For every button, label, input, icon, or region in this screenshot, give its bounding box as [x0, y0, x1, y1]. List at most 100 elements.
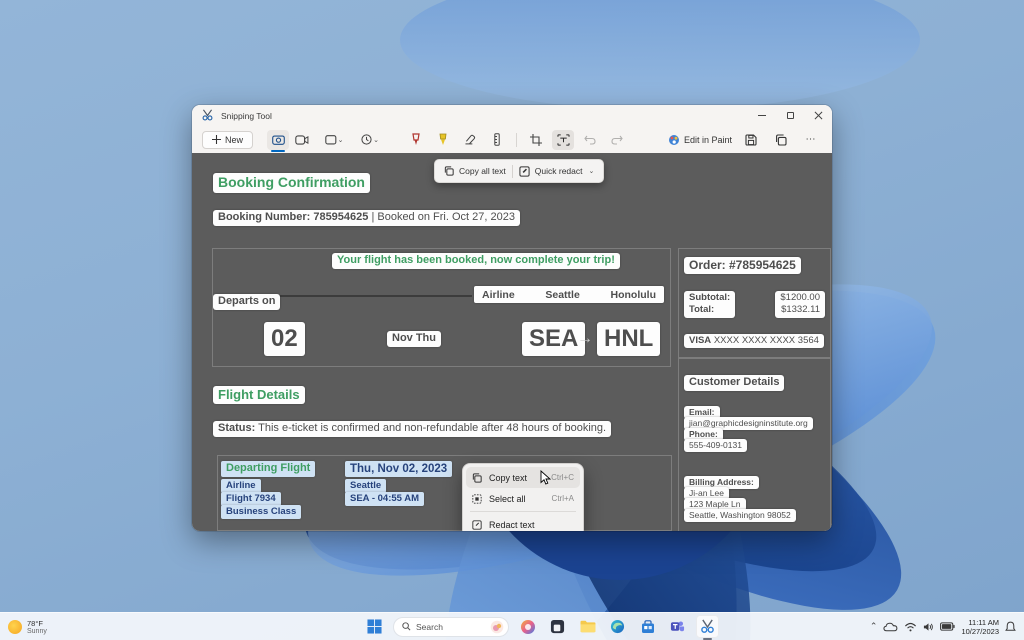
file-explorer-button[interactable]: [576, 615, 599, 638]
booking-number-line[interactable]: Booking Number: 785954625 | Booked on Fr…: [213, 210, 520, 226]
departing-date[interactable]: Thu, Nov 02, 2023: [345, 461, 452, 477]
menu-item-copy-text[interactable]: Copy text Ctrl+C: [466, 467, 580, 488]
eraser-tool-button[interactable]: [459, 130, 481, 150]
more-options-button[interactable]: ⋯: [800, 130, 822, 150]
ballpoint-pen-tool-button[interactable]: [405, 130, 427, 150]
departs-on-label[interactable]: Departs on: [213, 294, 280, 310]
snipping-tool-window: Snipping Tool New: [192, 105, 832, 531]
folder-icon: [580, 620, 596, 633]
start-button[interactable]: [363, 615, 386, 638]
select-all-icon: [472, 494, 482, 504]
route-origin-city: Seattle: [545, 289, 579, 301]
edge-browser-button[interactable]: [606, 615, 629, 638]
notification-bell-icon[interactable]: [1005, 621, 1016, 633]
snip-shape-dropdown[interactable]: ⌄: [319, 130, 349, 150]
departing-flight-number[interactable]: Flight 7934: [221, 492, 281, 506]
eraser-icon: [464, 134, 477, 145]
copilot-button[interactable]: [516, 615, 539, 638]
tray-chevron-up-icon[interactable]: ⌃: [870, 621, 878, 632]
minimize-button[interactable]: [748, 105, 776, 126]
crop-tool-button[interactable]: [525, 130, 547, 150]
search-box[interactable]: Search: [393, 617, 509, 637]
task-view-button[interactable]: [546, 615, 569, 638]
onedrive-cloud-icon[interactable]: [883, 622, 898, 632]
taskbar-clock[interactable]: 11:11 AM 10/27/2023: [961, 618, 999, 636]
doc-heading[interactable]: Booking Confirmation: [213, 173, 370, 193]
edit-in-paint-button[interactable]: Edit in Paint: [668, 134, 732, 146]
maximize-button[interactable]: [776, 105, 804, 126]
chevron-down-icon: ⌄: [373, 136, 379, 144]
plus-icon: [212, 135, 221, 144]
highlighter-tool-button[interactable]: [432, 130, 454, 150]
more-options-icon: ⋯: [806, 134, 817, 145]
status-line[interactable]: Status: This e-ticket is confirmed and n…: [213, 421, 611, 437]
snip-canvas[interactable]: Copy all text Quick redact ⌄ Booking Con…: [192, 153, 832, 531]
search-highlights-icon: [490, 620, 504, 634]
ruler-tool-button[interactable]: [486, 130, 508, 150]
teams-button[interactable]: [666, 615, 689, 638]
menu-item-select-all[interactable]: Select all Ctrl+A: [466, 488, 580, 509]
edge-icon: [610, 619, 625, 634]
departing-flight-title[interactable]: Departing Flight: [221, 461, 315, 477]
save-icon: [745, 134, 757, 146]
flight-details-heading[interactable]: Flight Details: [213, 386, 305, 404]
order-row-labels: Subtotal:Total:: [684, 291, 735, 318]
departing-city[interactable]: Seattle: [345, 479, 386, 493]
copy-all-text-button[interactable]: Copy all text: [444, 166, 506, 176]
order-number[interactable]: Order: #785954625: [684, 257, 801, 274]
delay-dropdown[interactable]: ⌄: [355, 130, 385, 150]
subtotal-label: Subtotal:: [689, 292, 730, 303]
payment-card-line[interactable]: VISA XXXX XXXX XXXX 3564: [684, 334, 824, 348]
new-snip-button[interactable]: New: [202, 131, 253, 149]
battery-icon[interactable]: [940, 622, 955, 631]
crop-icon: [530, 134, 542, 146]
copy-icon: [472, 473, 482, 483]
clock-icon: [361, 134, 372, 145]
chevron-down-icon[interactable]: ⌄: [589, 167, 595, 175]
departure-date[interactable]: Nov Thu: [387, 331, 441, 347]
origin-code[interactable]: SEA: [522, 322, 585, 356]
phone-value[interactable]: 555-409-0131: [684, 439, 747, 452]
departing-flight-box: Departing Flight Airline Flight 7934 Bus…: [217, 455, 672, 531]
weather-condition: Sunny: [27, 628, 47, 635]
booked-on: | Booked on Fri. Oct 27, 2023: [371, 211, 515, 223]
toolbar: New ⌄: [192, 126, 832, 153]
menu-item-redact-text[interactable]: Redact text: [466, 514, 580, 531]
video-mode-button[interactable]: [291, 130, 313, 150]
redact-icon: [519, 166, 530, 177]
titlebar[interactable]: Snipping Tool: [192, 105, 832, 126]
screenshot-mode-button[interactable]: [267, 130, 289, 150]
route-dest-city: Honolulu: [611, 289, 657, 301]
dest-code[interactable]: HNL: [597, 322, 660, 356]
departing-cabin-class[interactable]: Business Class: [221, 505, 301, 519]
billing-city[interactable]: Seattle, Washington 98052: [684, 509, 796, 522]
tray-date: 10/27/2023: [961, 627, 999, 636]
snipping-tool-icon: [700, 619, 715, 634]
departure-day[interactable]: 02: [264, 322, 305, 356]
card-brand: VISA: [689, 335, 711, 346]
banner-message[interactable]: Your flight has been booked, now complet…: [332, 253, 620, 269]
network-icon[interactable]: [904, 622, 917, 632]
close-button[interactable]: [804, 105, 832, 126]
quick-redact-button[interactable]: Quick redact ⌄: [519, 166, 595, 177]
volume-icon[interactable]: [923, 622, 934, 632]
order-summary-box: Order: #785954625 Subtotal:Total: $1200.…: [678, 248, 831, 358]
save-button[interactable]: [740, 130, 762, 150]
departing-time[interactable]: SEA - 04:55 AM: [345, 492, 424, 506]
snipping-tool-taskbar-button[interactable]: [696, 615, 719, 638]
floating-bar-separator: [512, 165, 513, 178]
taskbar-weather-widget[interactable]: 78°F Sunny: [8, 619, 47, 635]
highlighter-icon: [438, 133, 448, 146]
copy-button[interactable]: [770, 130, 792, 150]
close-icon: [814, 111, 823, 120]
menu-item-label: Copy text: [489, 473, 527, 483]
menu-item-shortcut: Ctrl+A: [552, 494, 574, 503]
text-actions-button[interactable]: [552, 130, 574, 150]
departing-airline[interactable]: Airline: [221, 479, 261, 493]
route-header[interactable]: Airline Seattle Honolulu: [474, 286, 664, 303]
undo-button[interactable]: [579, 130, 601, 150]
customer-details-heading[interactable]: Customer Details: [684, 375, 784, 391]
microsoft-store-button[interactable]: [636, 615, 659, 638]
redo-button[interactable]: [606, 130, 628, 150]
weather-temp: 78°F: [27, 619, 47, 628]
